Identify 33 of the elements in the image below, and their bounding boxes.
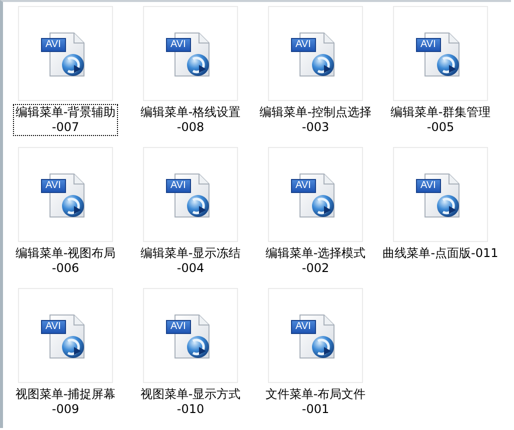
file-name[interactable]: 曲线菜单-点面版-011 xyxy=(380,245,500,262)
file-type-badge: AVI xyxy=(166,178,191,192)
file-name[interactable]: 编辑菜单-选择模式 -002 xyxy=(263,245,368,277)
file-name[interactable]: 视图菜单-捕捉屏幕 -009 xyxy=(13,386,118,418)
file-name[interactable]: 文件菜单-布局文件 -001 xyxy=(263,386,368,418)
file-thumbnail[interactable]: AVI xyxy=(18,6,113,101)
file-name[interactable]: 编辑菜单-控制点选择 -003 xyxy=(257,104,374,136)
file-name[interactable]: 编辑菜单-格线设置 -008 xyxy=(138,104,243,136)
file-thumbnail[interactable]: AVI xyxy=(143,288,238,383)
file-name[interactable]: 编辑菜单-显示冻结 -004 xyxy=(138,245,243,277)
file-thumbnail[interactable]: AVI xyxy=(143,6,238,101)
file-type-badge: AVI xyxy=(166,38,191,52)
file-type-badge: AVI xyxy=(290,320,316,334)
file-thumbnail[interactable]: AVI xyxy=(18,147,113,242)
file-type-badge: AVI xyxy=(290,178,316,192)
file-type-badge: AVI xyxy=(290,38,316,52)
file-type-badge: AVI xyxy=(40,178,66,192)
file-name[interactable]: 编辑菜单-背景辅助 -007 xyxy=(13,104,118,136)
file-name[interactable]: 编辑菜单-群集管理 -005 xyxy=(388,104,493,136)
file-name[interactable]: 视图菜单-显示方式 -010 xyxy=(138,386,243,418)
file-thumbnail[interactable]: AVI xyxy=(18,288,113,383)
file-type-badge: AVI xyxy=(40,320,66,334)
file-thumbnail[interactable]: AVI xyxy=(268,6,363,101)
file-type-badge: AVI xyxy=(416,38,441,52)
file-type-badge: AVI xyxy=(416,178,441,192)
file-thumbnail[interactable]: AVI xyxy=(268,288,363,383)
file-thumbnail[interactable]: AVI xyxy=(143,147,238,242)
file-type-badge: AVI xyxy=(40,38,66,52)
file-name[interactable]: 编辑菜单-视图布局 -006 xyxy=(13,245,118,277)
file-thumbnail[interactable]: AVI xyxy=(393,147,488,242)
file-thumbnail[interactable]: AVI xyxy=(268,147,363,242)
file-type-badge: AVI xyxy=(166,320,191,334)
file-thumbnail[interactable]: AVI xyxy=(393,6,488,101)
